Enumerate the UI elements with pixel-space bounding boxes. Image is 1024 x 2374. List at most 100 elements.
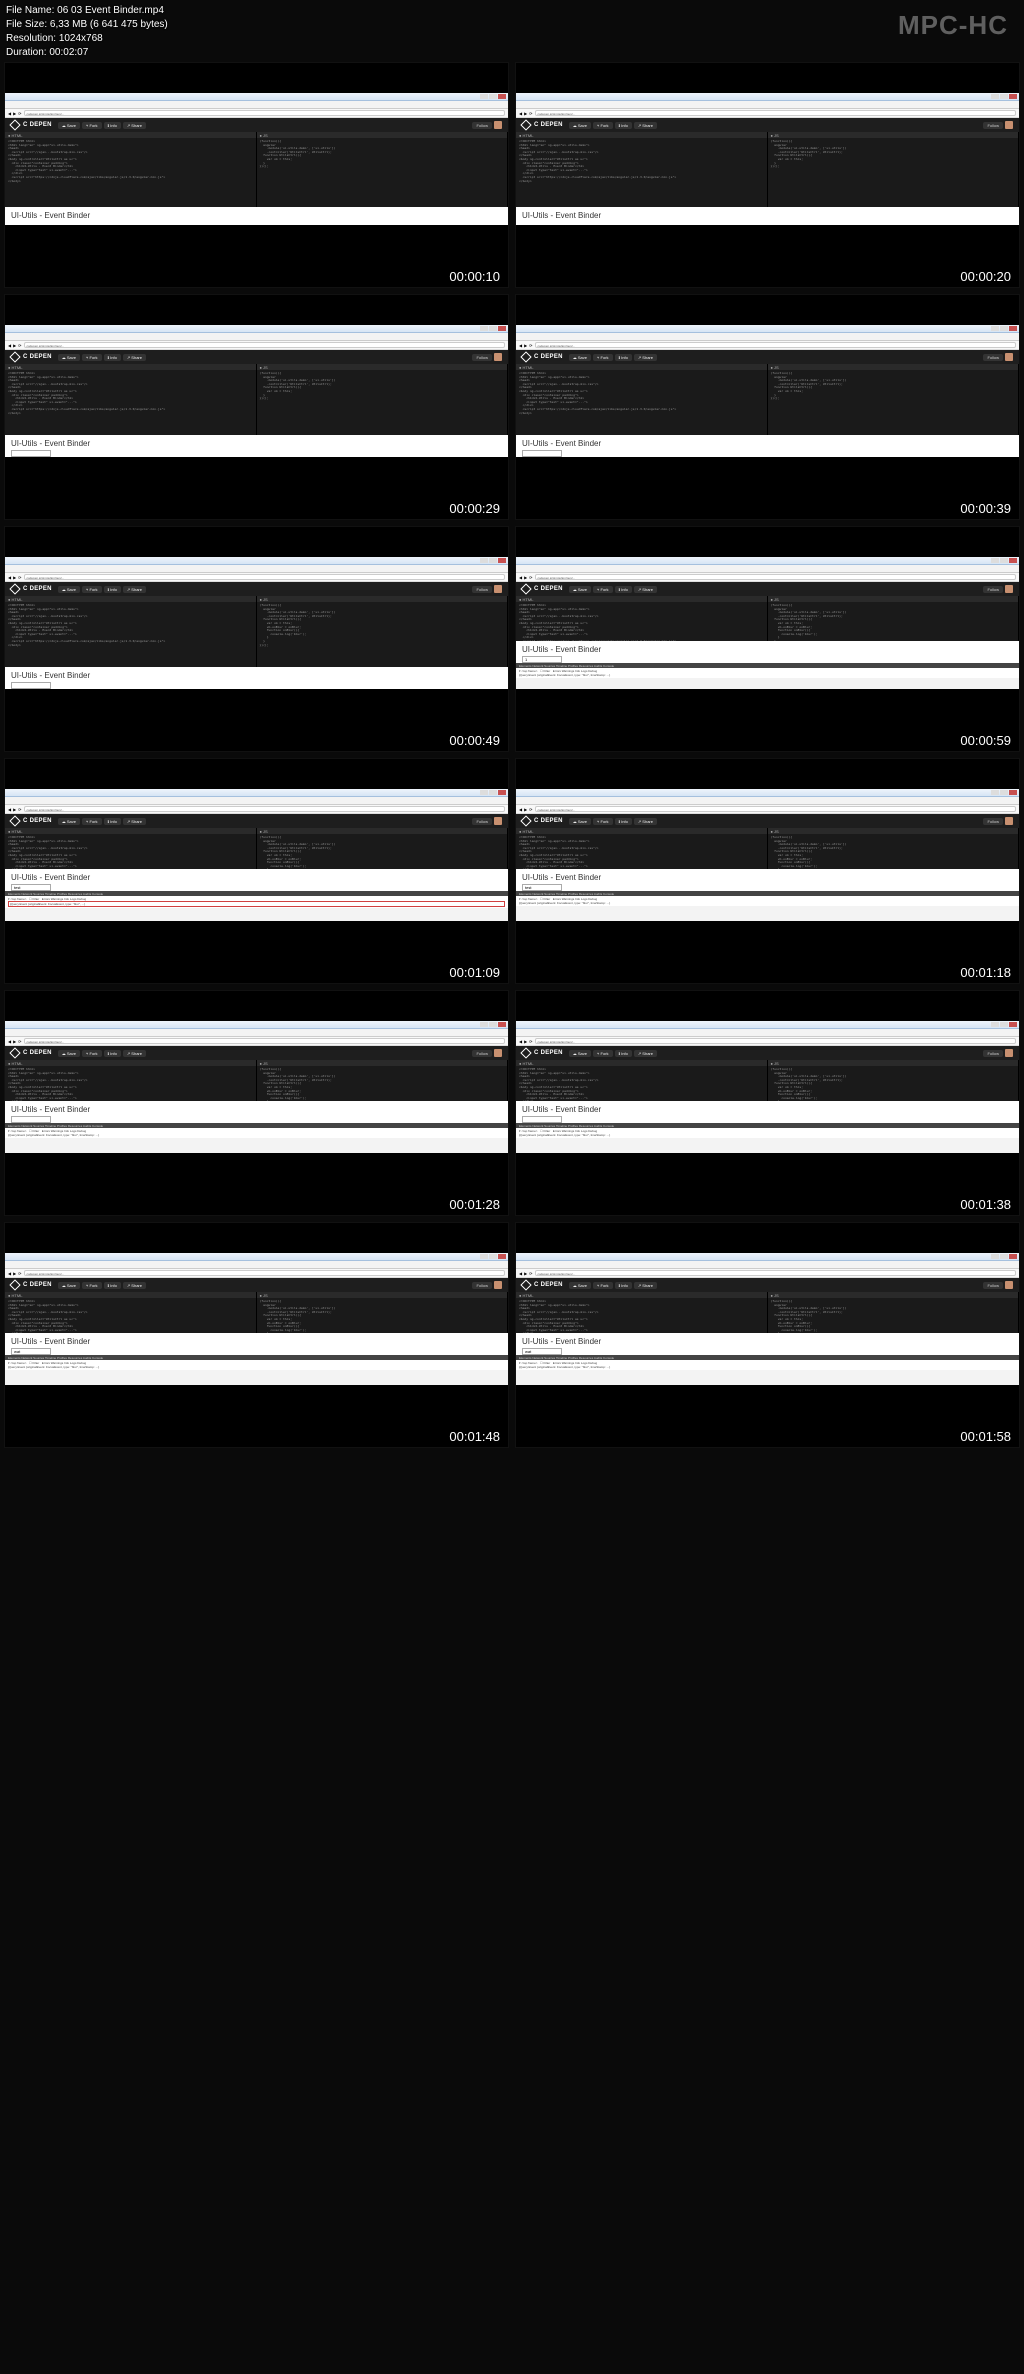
demo-input[interactable]	[11, 884, 51, 891]
close-button[interactable]	[498, 790, 506, 795]
codepen-logo[interactable]: C DEPEN	[522, 585, 563, 593]
url-field[interactable]: codepen.io/simpulton/pen/...	[24, 806, 505, 812]
browser-tabs[interactable]	[5, 333, 508, 341]
maximize-button[interactable]	[489, 790, 497, 795]
follow-button[interactable]: Follow	[983, 354, 1003, 361]
fork-button[interactable]: ⑂ Fork	[593, 818, 613, 825]
demo-input[interactable]	[11, 1116, 51, 1123]
video-thumbnail[interactable]: ◀ ▶ ⟳ codepen.io/simpulton/pen/... C DEP…	[4, 758, 509, 984]
video-thumbnail[interactable]: ◀ ▶ ⟳ codepen.io/simpulton/pen/... C DEP…	[4, 990, 509, 1216]
follow-button[interactable]: Follow	[472, 1050, 492, 1057]
save-button[interactable]: ☁ Save	[569, 818, 591, 825]
demo-input[interactable]	[522, 1116, 562, 1123]
codepen-logo[interactable]: C DEPEN	[11, 585, 52, 593]
save-button[interactable]: ☁ Save	[58, 354, 80, 361]
info-button[interactable]: ℹ Info	[615, 818, 632, 825]
share-button[interactable]: ↗ Share	[634, 1282, 657, 1289]
follow-button[interactable]: Follow	[983, 1282, 1003, 1289]
fork-button[interactable]: ⑂ Fork	[593, 1282, 613, 1289]
share-button[interactable]: ↗ Share	[123, 354, 146, 361]
forward-icon[interactable]: ▶	[524, 807, 527, 812]
save-button[interactable]: ☁ Save	[58, 818, 80, 825]
forward-icon[interactable]: ▶	[524, 1039, 527, 1044]
minimize-button[interactable]	[991, 790, 999, 795]
fork-button[interactable]: ⑂ Fork	[593, 1050, 613, 1057]
browser-tabs[interactable]	[5, 565, 508, 573]
forward-icon[interactable]: ▶	[524, 575, 527, 580]
html-code[interactable]: <!DOCTYPE html> <html lang="en" ng-app="…	[516, 1066, 767, 1101]
minimize-button[interactable]	[480, 790, 488, 795]
html-code[interactable]: <!DOCTYPE html> <html lang="en" ng-app="…	[516, 602, 767, 641]
share-button[interactable]: ↗ Share	[634, 818, 657, 825]
url-field[interactable]: codepen.io/simpulton/pen/...	[535, 1270, 1016, 1276]
back-icon[interactable]: ◀	[519, 1271, 522, 1276]
follow-button[interactable]: Follow	[983, 1050, 1003, 1057]
back-icon[interactable]: ◀	[519, 343, 522, 348]
follow-button[interactable]: Follow	[472, 586, 492, 593]
close-button[interactable]	[1009, 1022, 1017, 1027]
save-button[interactable]: ☁ Save	[569, 1282, 591, 1289]
codepen-logo[interactable]: C DEPEN	[11, 353, 52, 361]
back-icon[interactable]: ◀	[8, 1039, 11, 1044]
html-code[interactable]: <!DOCTYPE html> <html lang="en" ng-app="…	[5, 834, 256, 869]
fork-button[interactable]: ⑂ Fork	[82, 586, 102, 593]
user-avatar[interactable]	[494, 121, 502, 129]
user-avatar[interactable]	[1005, 817, 1013, 825]
forward-icon[interactable]: ▶	[13, 111, 16, 116]
user-avatar[interactable]	[494, 1049, 502, 1057]
maximize-button[interactable]	[1000, 94, 1008, 99]
minimize-button[interactable]	[480, 558, 488, 563]
url-field[interactable]: codepen.io/simpulton/pen/...	[535, 342, 1016, 348]
demo-input[interactable]	[522, 884, 562, 891]
back-icon[interactable]: ◀	[8, 575, 11, 580]
reload-icon[interactable]: ⟳	[18, 1271, 21, 1276]
forward-icon[interactable]: ▶	[13, 1039, 16, 1044]
share-button[interactable]: ↗ Share	[634, 122, 657, 129]
js-code[interactable]: (function(){ angular .module('ui.utils.d…	[257, 602, 508, 667]
back-icon[interactable]: ◀	[519, 111, 522, 116]
share-button[interactable]: ↗ Share	[123, 818, 146, 825]
maximize-button[interactable]	[489, 1254, 497, 1259]
save-button[interactable]: ☁ Save	[569, 122, 591, 129]
reload-icon[interactable]: ⟳	[529, 343, 532, 348]
minimize-button[interactable]	[991, 94, 999, 99]
maximize-button[interactable]	[1000, 790, 1008, 795]
maximize-button[interactable]	[1000, 558, 1008, 563]
minimize-button[interactable]	[480, 1254, 488, 1259]
save-button[interactable]: ☁ Save	[58, 586, 80, 593]
info-button[interactable]: ℹ Info	[104, 122, 121, 129]
minimize-button[interactable]	[991, 1022, 999, 1027]
minimize-button[interactable]	[480, 94, 488, 99]
follow-button[interactable]: Follow	[983, 818, 1003, 825]
reload-icon[interactable]: ⟳	[529, 111, 532, 116]
user-avatar[interactable]	[494, 585, 502, 593]
codepen-logo[interactable]: C DEPEN	[11, 1281, 52, 1289]
follow-button[interactable]: Follow	[472, 354, 492, 361]
reload-icon[interactable]: ⟳	[18, 575, 21, 580]
browser-tabs[interactable]	[5, 1029, 508, 1037]
info-button[interactable]: ℹ Info	[615, 354, 632, 361]
follow-button[interactable]: Follow	[472, 818, 492, 825]
html-code[interactable]: <!DOCTYPE html> <html lang="en" ng-app="…	[516, 834, 767, 869]
browser-tabs[interactable]	[516, 797, 1019, 805]
forward-icon[interactable]: ▶	[13, 807, 16, 812]
save-button[interactable]: ☁ Save	[569, 586, 591, 593]
share-button[interactable]: ↗ Share	[123, 1282, 146, 1289]
html-code[interactable]: <!DOCTYPE html> <html lang="en" ng-app="…	[5, 602, 256, 667]
fork-button[interactable]: ⑂ Fork	[593, 586, 613, 593]
html-code[interactable]: <!DOCTYPE html> <html lang="en" ng-app="…	[5, 370, 256, 435]
video-thumbnail[interactable]: ◀ ▶ ⟳ codepen.io/simpulton/pen/... C DEP…	[515, 62, 1020, 288]
fork-button[interactable]: ⑂ Fork	[82, 354, 102, 361]
back-icon[interactable]: ◀	[8, 343, 11, 348]
browser-tabs[interactable]	[516, 333, 1019, 341]
js-code[interactable]: (function(){ angular .module('ui.utils.d…	[257, 834, 508, 869]
forward-icon[interactable]: ▶	[13, 343, 16, 348]
js-code[interactable]: (function(){ angular .module('ui.utils.d…	[768, 370, 1019, 435]
url-field[interactable]: codepen.io/simpulton/pen/...	[535, 110, 1016, 116]
demo-input[interactable]	[522, 450, 562, 457]
demo-input[interactable]	[11, 1348, 51, 1355]
js-code[interactable]: (function(){ angular .module('ui.utils.d…	[768, 834, 1019, 869]
maximize-button[interactable]	[489, 558, 497, 563]
user-avatar[interactable]	[1005, 121, 1013, 129]
browser-tabs[interactable]	[516, 1261, 1019, 1269]
